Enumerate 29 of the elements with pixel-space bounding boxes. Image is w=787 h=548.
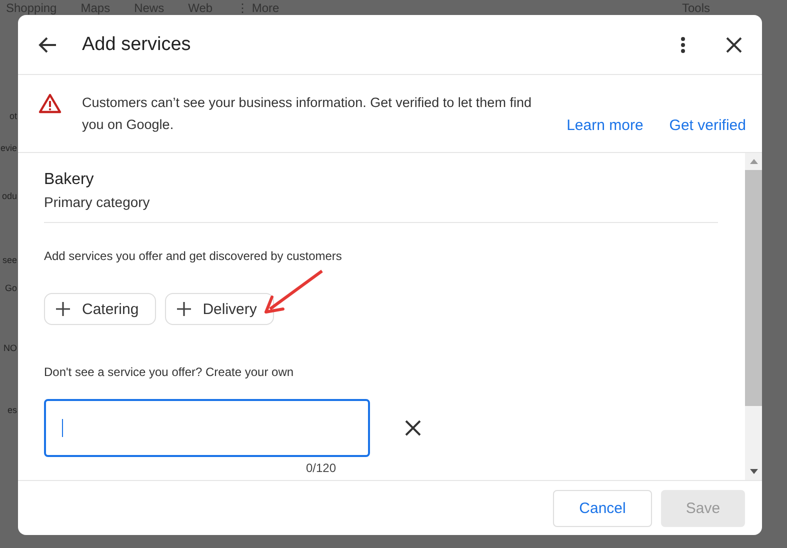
character-counter: 0/120	[306, 461, 338, 475]
clear-icon[interactable]	[405, 420, 421, 436]
scrollbar[interactable]	[745, 153, 762, 480]
plus-icon	[56, 302, 70, 316]
service-chip[interactable]: Catering	[44, 293, 156, 325]
more-options-icon[interactable]	[680, 36, 686, 54]
banner-link[interactable]: Learn more	[566, 117, 644, 134]
banner-link[interactable]: Get verified	[669, 117, 746, 134]
annotation-arrow	[264, 269, 324, 315]
close-icon[interactable]	[726, 36, 742, 52]
custom-service-hint: Don't see a service you offer? Create your own	[44, 365, 295, 379]
service-chip[interactable]: Delivery	[164, 293, 274, 325]
dialog-title: Add services	[82, 34, 191, 56]
warning-icon	[38, 93, 62, 114]
background-text: odu	[2, 191, 17, 201]
background-text: evie	[0, 143, 17, 153]
back-arrow-icon[interactable]	[38, 34, 58, 54]
plus-icon	[176, 302, 191, 316]
background-text: ot	[9, 111, 17, 121]
background-text: NO	[4, 343, 17, 353]
background-text: es	[7, 405, 17, 415]
services-hint: Add services you offer and get discovered by customers	[44, 249, 343, 263]
background-text: Go	[4, 283, 17, 293]
category-name: Bakery	[44, 171, 95, 189]
background-text: see	[2, 255, 17, 265]
banner-message: Customers can’t see your business information. Get verified to let them find you on Google.	[82, 94, 532, 134]
category-label: Primary category	[44, 194, 151, 210]
dialog-button[interactable]: Cancel	[553, 490, 652, 526]
custom-service-field[interactable]	[44, 399, 370, 457]
